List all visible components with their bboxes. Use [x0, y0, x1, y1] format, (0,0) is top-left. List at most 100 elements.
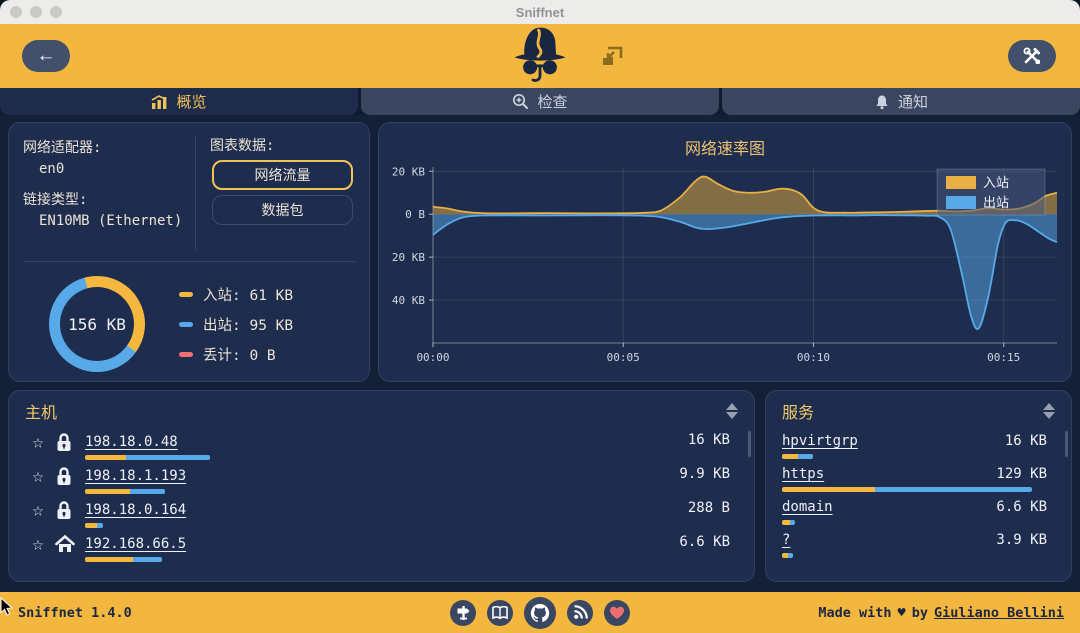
- favorite-star-icon[interactable]: ☆: [21, 499, 55, 521]
- legend-dropped: 丢计: 0 B: [179, 344, 293, 365]
- service-row[interactable]: hpvirtgrp 16 KB: [776, 427, 1061, 460]
- open-book-icon: [492, 606, 508, 620]
- host-row[interactable]: ☆ 192.168.66.5 6.6 KB: [19, 529, 744, 563]
- app-footer: Sniffnet 1.4.0: [0, 592, 1080, 633]
- author-link[interactable]: Giuliano Bellini: [934, 605, 1064, 621]
- host-row-clipped: ☆: [19, 563, 744, 572]
- hosts-scrollbar[interactable]: [748, 431, 751, 457]
- favorite-star-icon[interactable]: ☆: [21, 431, 55, 453]
- news-feed-button[interactable]: [567, 600, 593, 626]
- app-header: ←: [0, 24, 1080, 88]
- svg-text:20 KB: 20 KB: [392, 165, 425, 178]
- host-bytes: 16 KB: [680, 431, 740, 448]
- tab-inspect[interactable]: 检查: [361, 88, 719, 115]
- magnifier-plus-icon: [512, 93, 529, 110]
- host-traffic-bar: [85, 455, 210, 460]
- tab-overview[interactable]: 概览: [0, 88, 358, 115]
- tab-notifications[interactable]: 通知: [722, 88, 1080, 115]
- svg-text:0 B: 0 B: [405, 208, 425, 221]
- by-text: by: [912, 605, 928, 621]
- thumbnail-mode-icon: [600, 46, 624, 66]
- adapter-value: en0: [39, 161, 187, 177]
- source-traffic-button[interactable]: 网络流量: [212, 160, 353, 190]
- svg-text:40 KB: 40 KB: [392, 294, 425, 307]
- adapter-label: 网络适配器:: [23, 137, 187, 157]
- host-row[interactable]: ☆ 198.18.1.193 9.9 KB: [19, 461, 744, 495]
- bar-chart-icon: [151, 94, 168, 109]
- services-panel: 服务 hpvirtgrp 16 KB https: [765, 390, 1072, 582]
- sort-up-icon: [1043, 403, 1055, 410]
- svg-text:00:15: 00:15: [987, 351, 1020, 364]
- github-button[interactable]: [524, 597, 556, 629]
- hosts-sort-button[interactable]: [724, 401, 740, 421]
- favorite-star-icon[interactable]: ☆: [21, 533, 55, 555]
- back-button[interactable]: ←: [22, 40, 70, 72]
- service-name: domain: [782, 498, 833, 517]
- service-bytes: 16 KB: [997, 432, 1057, 451]
- service-row[interactable]: https 129 KB: [776, 460, 1061, 493]
- hosts-title: 主机: [25, 399, 57, 423]
- hosts-panel: 主机 ☆ 198.18.0.48 16 KB: [8, 390, 755, 582]
- link-type-label: 链接类型:: [23, 189, 187, 209]
- left-arrow-icon: ←: [37, 45, 56, 67]
- manual-button[interactable]: [487, 600, 513, 626]
- svg-text:00:10: 00:10: [797, 351, 830, 364]
- host-bytes: 288 B: [680, 499, 740, 516]
- host-row[interactable]: ☆ 198.18.0.48 16 KB: [19, 427, 744, 461]
- dropped-text: 丢计: 0 B: [203, 344, 276, 365]
- svg-text:00:00: 00:00: [416, 351, 449, 364]
- tab-overview-label: 概览: [176, 91, 206, 112]
- service-row[interactable]: domain 6.6 KB: [776, 493, 1061, 526]
- host-bytes: 6.6 KB: [671, 533, 740, 550]
- service-row[interactable]: ? 3.9 KB: [776, 526, 1061, 559]
- sort-down-icon: [726, 412, 738, 419]
- services-scrollbar[interactable]: [1065, 431, 1068, 457]
- services-sort-button[interactable]: [1041, 401, 1057, 421]
- services-title: 服务: [782, 399, 814, 423]
- chart-source-label: 图表数据:: [210, 135, 355, 155]
- link-type-value: EN10MB (Ethernet): [39, 213, 187, 229]
- outgoing-swatch: [179, 322, 193, 327]
- content-area: 网络适配器: en0 链接类型: EN10MB (Ethernet) 图表数据:…: [0, 115, 1080, 582]
- heart-glyph: ♥: [898, 605, 906, 621]
- service-bytes: 129 KB: [988, 465, 1057, 484]
- home-icon: [55, 533, 85, 558]
- sniffnet-logo-icon: [503, 25, 577, 87]
- favorite-star-icon[interactable]: ☆: [21, 465, 55, 487]
- tab-bar: 概览 检查 通知: [0, 88, 1080, 115]
- host-ip: 198.18.1.193: [85, 468, 186, 484]
- service-name: hpvirtgrp: [782, 432, 858, 451]
- github-icon: [529, 602, 551, 624]
- host-traffic-bar: [85, 489, 165, 494]
- credits: Made with ♥ by Giuliano Bellini: [818, 605, 1064, 621]
- settings-button[interactable]: [1008, 40, 1056, 72]
- svg-text:20 KB: 20 KB: [392, 251, 425, 264]
- source-packets-button[interactable]: 数据包: [212, 195, 353, 225]
- host-ip: 198.18.0.164: [85, 502, 186, 518]
- lock-icon: [55, 465, 85, 491]
- app-version: Sniffnet 1.4.0: [18, 605, 132, 621]
- legend-incoming: 入站: 61 KB: [179, 284, 293, 305]
- lock-icon: [55, 431, 85, 457]
- chart-title: 网络速率图: [685, 135, 765, 159]
- sponsor-button[interactable]: [604, 600, 630, 626]
- donut-legend: 入站: 61 KB 出站: 95 KB 丢计: 0 B: [179, 284, 293, 365]
- host-bytes: 9.9 KB: [671, 465, 740, 482]
- lock-icon: [55, 499, 85, 525]
- service-traffic-bar: [782, 487, 1032, 492]
- host-ip: 198.18.0.48: [85, 434, 178, 450]
- signpost-button[interactable]: [450, 600, 476, 626]
- service-traffic-bar: [782, 520, 795, 525]
- host-row[interactable]: ☆ 198.18.0.164 288 B: [19, 495, 744, 529]
- bell-icon: [874, 94, 890, 110]
- thumbnail-mode-button[interactable]: [600, 46, 624, 69]
- wrench-screwdriver-icon: [1022, 46, 1042, 66]
- sort-up-icon: [726, 403, 738, 410]
- svg-text:入站: 入站: [983, 176, 1009, 191]
- legend-outgoing: 出站: 95 KB: [179, 314, 293, 335]
- donut-total-value: 156 KB: [68, 315, 126, 334]
- heart-icon: [609, 606, 625, 620]
- host-traffic-bar: [85, 557, 162, 562]
- incoming-text: 入站: 61 KB: [203, 284, 293, 305]
- macos-titlebar: Sniffnet: [0, 0, 1080, 24]
